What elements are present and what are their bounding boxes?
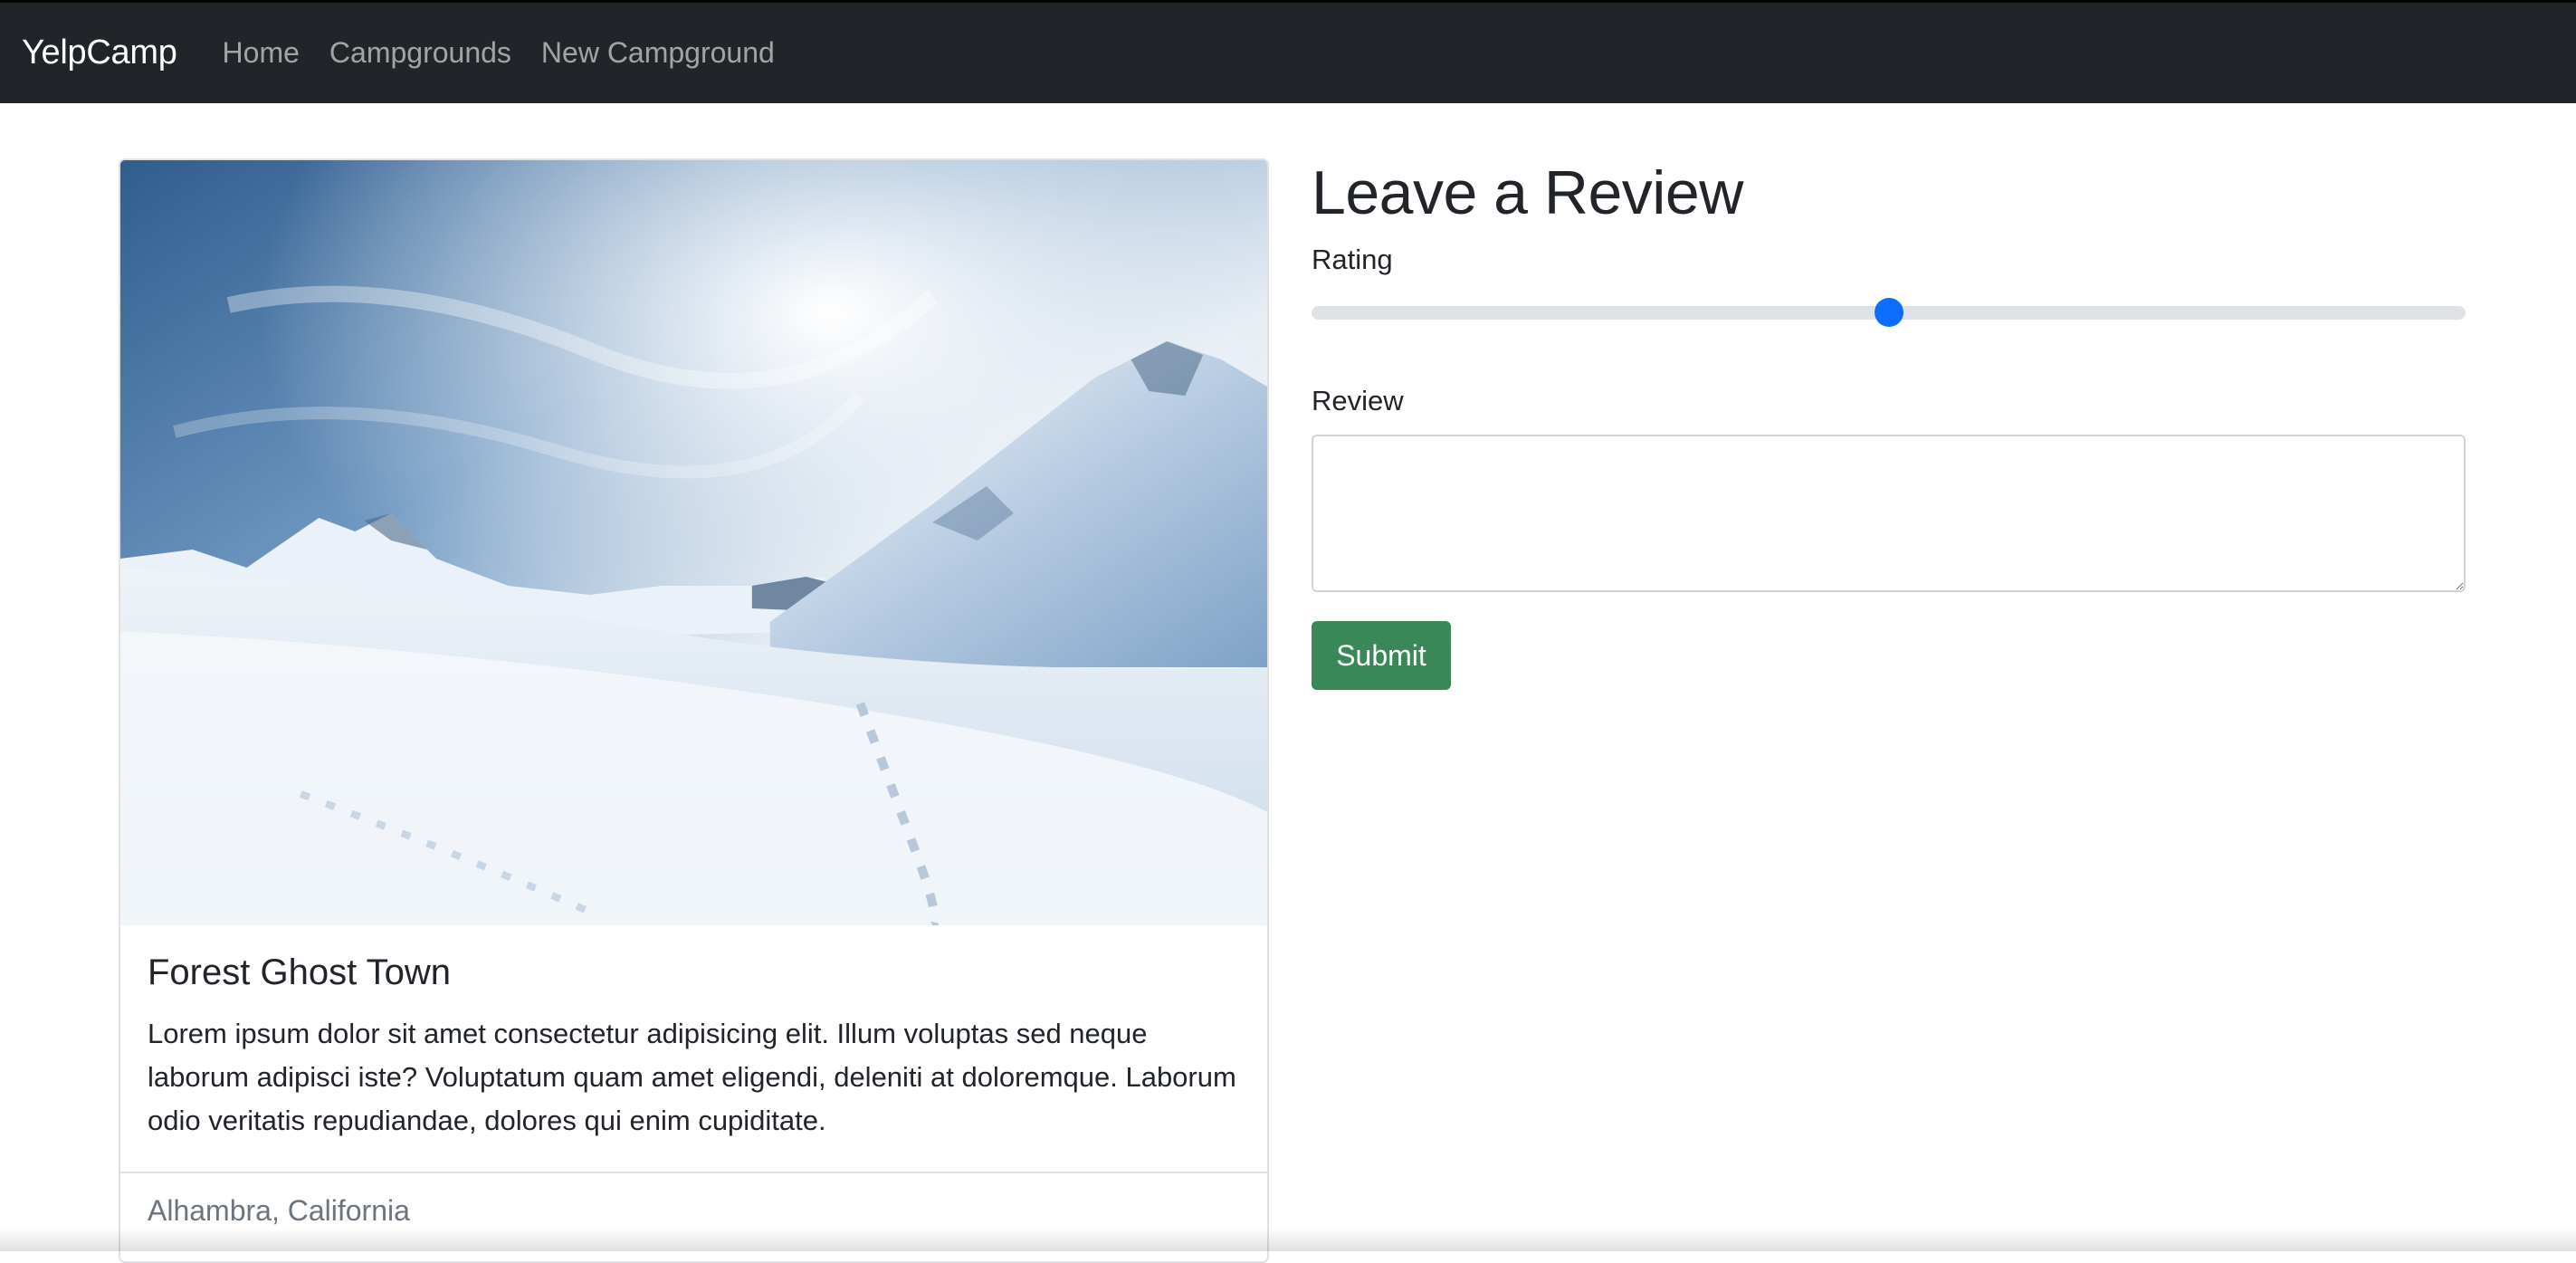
review-form: Leave a Review Rating Review Submit — [1312, 152, 2466, 690]
rating-slider[interactable] — [1312, 286, 2466, 335]
nav-link-campgrounds[interactable]: Campgrounds — [329, 36, 511, 70]
brand-link[interactable]: YelpCamp — [22, 33, 177, 72]
submit-button[interactable]: Submit — [1312, 621, 1451, 690]
rating-slider-thumb[interactable] — [1875, 298, 1903, 327]
campground-description: Lorem ipsum dolor sit amet consectetur a… — [148, 1012, 1240, 1143]
campground-card: Forest Ghost Town Lorem ipsum dolor sit … — [119, 158, 1269, 1263]
nav-link-new-campground[interactable]: New Campground — [541, 36, 775, 70]
navbar: YelpCamp Home Campgrounds New Campground — [0, 0, 2576, 103]
campground-title: Forest Ghost Town — [148, 951, 1240, 994]
campground-location: Alhambra, California — [120, 1172, 1267, 1248]
review-heading: Leave a Review — [1312, 152, 2466, 234]
campground-image — [120, 160, 1267, 925]
review-label: Review — [1312, 380, 2466, 422]
rating-label: Rating — [1312, 239, 2466, 281]
nav-link-home[interactable]: Home — [223, 36, 300, 70]
review-textarea[interactable] — [1312, 435, 2466, 592]
card-body: Forest Ghost Town Lorem ipsum dolor sit … — [120, 925, 1267, 1172]
